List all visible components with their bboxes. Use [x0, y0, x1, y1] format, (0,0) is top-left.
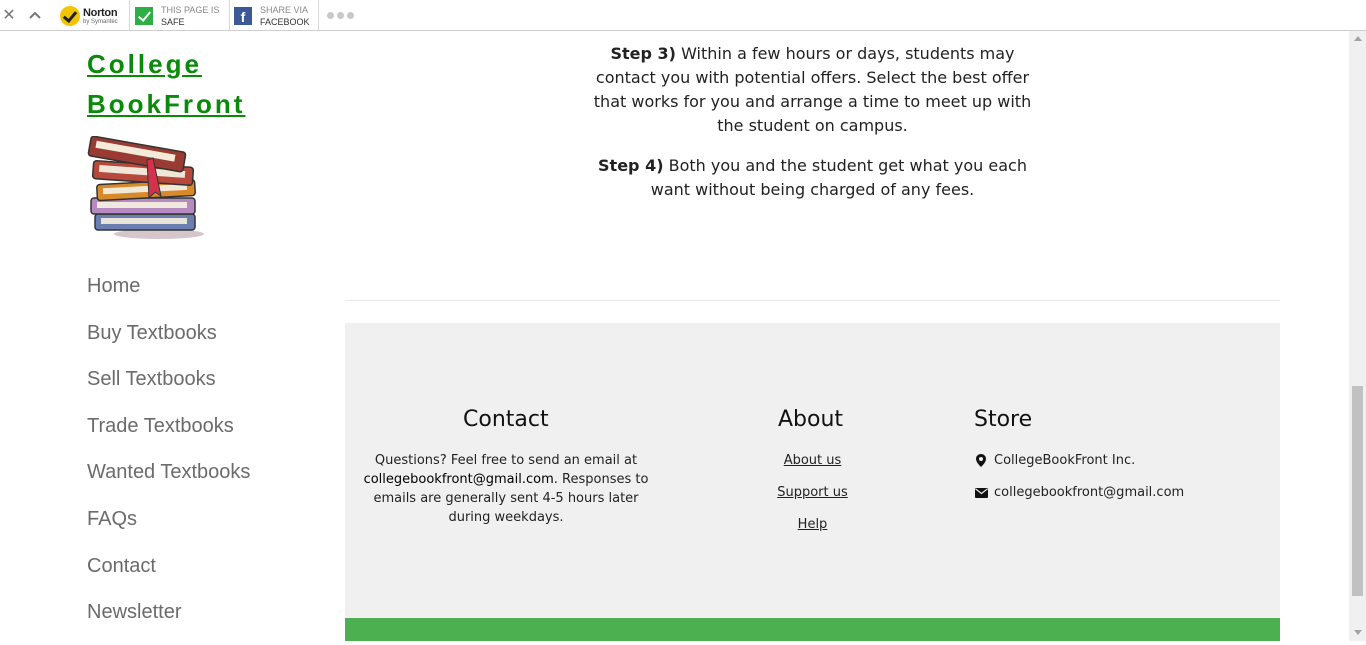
brand-line2: BookFront — [87, 89, 246, 119]
nav-item-newsletter[interactable]: Newsletter — [87, 598, 250, 645]
nav-item-wanted-textbooks[interactable]: Wanted Textbooks — [87, 458, 250, 505]
more-options-icon[interactable] — [327, 12, 354, 19]
about-us-link[interactable]: About us — [755, 451, 870, 470]
nav-item-buy-textbooks[interactable]: Buy Textbooks — [87, 319, 250, 366]
footer-store-info: CollegeBookFront Inc. collegebookfront@g… — [974, 451, 1184, 515]
support-us-link[interactable]: Support us — [755, 483, 870, 502]
footer-bottom-bar — [345, 618, 1280, 641]
safe-page-badge[interactable]: THIS PAGE IS SAFE — [135, 4, 219, 28]
section-divider — [345, 300, 1280, 301]
norton-logo[interactable]: Norton by Symantec — [60, 4, 118, 28]
envelope-icon — [974, 486, 988, 500]
norton-check-icon — [60, 6, 80, 26]
browser-toolbar: ✕ Norton by Symantec THIS PAGE IS SAFE f… — [0, 0, 1366, 31]
scroll-down-arrow-icon[interactable] — [1354, 630, 1362, 635]
store-company: CollegeBookFront Inc. — [994, 453, 1136, 468]
safe-label-line2: SAFE — [161, 17, 185, 27]
step-4: Step 4) Both you and the student get wha… — [585, 154, 1040, 202]
books-logo — [87, 135, 209, 240]
nav-item-sell-textbooks[interactable]: Sell Textbooks — [87, 365, 250, 412]
norton-name: Norton — [83, 7, 118, 19]
sidebar-nav: Home Buy Textbooks Sell Textbooks Trade … — [87, 272, 250, 645]
nav-item-faqs[interactable]: FAQs — [87, 505, 250, 552]
footer-store-title: Store — [974, 407, 1033, 432]
share-label-line1: SHARE VIA — [260, 5, 309, 15]
steps-section: Step 3) Within a few hours or days, stud… — [585, 42, 1040, 218]
footer-about-title: About — [778, 407, 844, 432]
facebook-icon: f — [234, 7, 252, 25]
share-label-line2: FACEBOOK — [260, 17, 310, 27]
nav-item-contact[interactable]: Contact — [87, 552, 250, 599]
step-3: Step 3) Within a few hours or days, stud… — [585, 42, 1040, 138]
site-brand-link[interactable]: College BookFront — [87, 44, 245, 124]
contact-email: collegebookfront@gmail.com — [363, 472, 554, 487]
chevron-up-icon[interactable] — [28, 6, 42, 24]
step-3-label: Step 3) — [610, 44, 676, 63]
store-email-row: collegebookfront@gmail.com — [974, 483, 1184, 502]
step-4-label: Step 4) — [598, 156, 664, 175]
store-email: collegebookfront@gmail.com — [994, 485, 1185, 500]
map-marker-icon — [974, 454, 988, 468]
footer-about-links: About us Support us Help — [755, 451, 870, 547]
site-footer: Contact About Store Questions? Feel free… — [345, 323, 1280, 620]
scrollbar-thumb[interactable] — [1352, 386, 1363, 596]
toolbar-divider — [318, 0, 319, 31]
share-facebook-button[interactable]: f SHARE VIA FACEBOOK — [234, 4, 310, 28]
help-link[interactable]: Help — [755, 515, 870, 534]
store-company-row: CollegeBookFront Inc. — [974, 451, 1184, 470]
nav-item-trade-textbooks[interactable]: Trade Textbooks — [87, 412, 250, 459]
safe-label-line1: THIS PAGE IS — [161, 5, 220, 15]
footer-contact-text: Questions? Feel free to send an email at… — [360, 451, 652, 527]
nav-item-home[interactable]: Home — [87, 272, 250, 319]
safe-check-icon — [135, 7, 153, 25]
norton-sub: by Symantec — [83, 19, 118, 25]
footer-contact-title: Contact — [463, 407, 549, 432]
scroll-up-arrow-icon[interactable] — [1354, 36, 1362, 41]
toolbar-divider — [229, 0, 230, 31]
brand-line1: College — [87, 49, 202, 79]
contact-text-pre: Questions? Feel free to send an email at — [374, 453, 638, 468]
toolbar-divider — [129, 0, 130, 31]
step-4-text: Both you and the student get what you ea… — [650, 156, 1027, 199]
close-icon[interactable]: ✕ — [2, 6, 16, 24]
